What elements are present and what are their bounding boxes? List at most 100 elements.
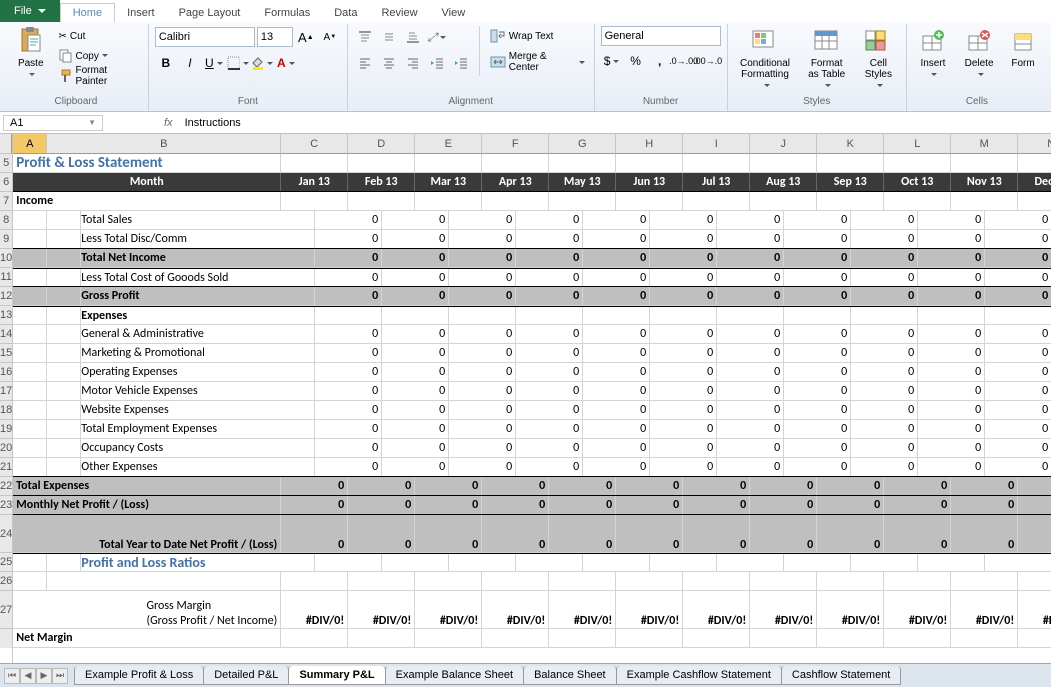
format-painter-button[interactable]: Format Painter	[56, 66, 142, 86]
cell[interactable]: #DIV/0!	[683, 591, 750, 628]
align-bottom-icon[interactable]	[402, 26, 424, 48]
row-header[interactable]: 23	[0, 496, 12, 515]
cell[interactable]: 0	[650, 420, 717, 438]
cell[interactable]: 0	[918, 344, 985, 362]
cell[interactable]	[13, 439, 47, 457]
cell[interactable]	[1018, 629, 1051, 647]
cell[interactable]	[13, 269, 47, 286]
cell[interactable]: 0	[717, 363, 784, 381]
row-header[interactable]: 24	[0, 515, 12, 553]
cell[interactable]: 0	[583, 401, 650, 419]
cell[interactable]	[13, 249, 47, 267]
font-size-select[interactable]	[257, 27, 293, 47]
cell[interactable]: 0	[449, 269, 516, 286]
cell[interactable]: 0	[449, 230, 516, 248]
cell[interactable]: 0	[683, 515, 750, 552]
cell[interactable]: Operating Expenses	[81, 363, 315, 381]
tab-page-layout[interactable]: Page Layout	[167, 4, 253, 22]
cell[interactable]	[281, 192, 348, 210]
sheet-tab[interactable]: Summary P&L	[288, 666, 385, 685]
cell[interactable]: 0	[449, 249, 516, 267]
cell[interactable]: 0	[583, 287, 650, 305]
cell[interactable]: 0	[315, 211, 382, 229]
col-header-I[interactable]: I	[683, 134, 750, 154]
tab-review[interactable]: Review	[369, 4, 429, 22]
cell[interactable]: 0	[415, 496, 482, 514]
cell[interactable]: 0	[817, 496, 884, 514]
cell[interactable]	[516, 307, 583, 324]
merge-center-button[interactable]: Merge & Center	[487, 52, 588, 72]
sheet-last-icon[interactable]: ⏭	[52, 668, 68, 684]
cell[interactable]: 0	[985, 325, 1051, 343]
italic-button[interactable]: I	[179, 52, 201, 74]
cell[interactable]: 0	[583, 269, 650, 286]
cell[interactable]: 0	[750, 515, 817, 552]
cell[interactable]	[482, 154, 549, 172]
cell[interactable]: 0	[348, 515, 415, 552]
cell[interactable]: 0	[382, 401, 449, 419]
indent-icon[interactable]	[450, 52, 472, 74]
cell[interactable]: #DIV/0!	[951, 591, 1018, 628]
cell[interactable]	[1018, 192, 1051, 210]
cell[interactable]: 0	[918, 230, 985, 248]
cell[interactable]: 0	[717, 420, 784, 438]
col-header-A[interactable]: A	[13, 134, 47, 154]
cell[interactable]	[348, 154, 415, 172]
cell[interactable]: 0	[951, 477, 1018, 495]
cell[interactable]: 0	[315, 230, 382, 248]
cell[interactable]	[918, 554, 985, 571]
cell[interactable]: 0	[784, 401, 851, 419]
cell[interactable]: 0	[583, 439, 650, 457]
cell[interactable]: Occupancy Costs	[81, 439, 315, 457]
row-header[interactable]: 7	[0, 192, 12, 211]
cell[interactable]	[382, 554, 449, 571]
cell[interactable]: 0	[1018, 515, 1051, 552]
sheet-next-icon[interactable]: ▶	[36, 668, 52, 684]
cell[interactable]: 0	[985, 382, 1051, 400]
cell[interactable]: 0	[415, 477, 482, 495]
sheet-tab[interactable]: Example Profit & Loss	[74, 666, 204, 685]
cell[interactable]: 0	[985, 420, 1051, 438]
cell[interactable]: 0	[918, 269, 985, 286]
cell[interactable]: 0	[382, 458, 449, 476]
cell[interactable]: 0	[516, 344, 583, 362]
cell[interactable]	[13, 554, 47, 571]
cell[interactable]: 0	[851, 211, 918, 229]
cell[interactable]: 0	[315, 439, 382, 457]
format-table-button[interactable]: Format as Table	[800, 26, 852, 93]
col-header-L[interactable]: L	[884, 134, 951, 154]
row-header[interactable]: 22	[0, 477, 12, 496]
cell[interactable]: Sep 13	[817, 173, 884, 191]
cell[interactable]: 0	[717, 249, 784, 267]
cell[interactable]: 0	[717, 344, 784, 362]
row-header[interactable]: 16	[0, 363, 12, 382]
sheet-tab[interactable]: Detailed P&L	[203, 666, 289, 685]
insert-cells-button[interactable]: Insert	[913, 26, 953, 82]
align-left-icon[interactable]	[354, 52, 376, 74]
cell[interactable]: 0	[348, 496, 415, 514]
cell[interactable]: Gross Margin (Gross Profit / Net Income)	[13, 591, 281, 628]
currency-icon[interactable]: $	[601, 50, 623, 72]
cell[interactable]: 0	[449, 325, 516, 343]
cell[interactable]	[348, 572, 415, 590]
cell[interactable]: 0	[583, 363, 650, 381]
row-header[interactable]: 26	[0, 572, 12, 591]
cell[interactable]	[951, 572, 1018, 590]
cell[interactable]: 0	[650, 249, 717, 267]
cell[interactable]	[750, 154, 817, 172]
cell[interactable]	[985, 307, 1051, 324]
cell[interactable]: 0	[918, 325, 985, 343]
cell[interactable]: 0	[315, 401, 382, 419]
row-header[interactable]: 13	[0, 306, 12, 325]
cell[interactable]	[717, 554, 784, 571]
cell[interactable]	[616, 629, 683, 647]
cell[interactable]: 0	[717, 401, 784, 419]
cell[interactable]: 0	[851, 287, 918, 305]
col-header-M[interactable]: M	[951, 134, 1018, 154]
cell[interactable]: Mar 13	[415, 173, 482, 191]
cell[interactable]: Apr 13	[482, 173, 549, 191]
cell[interactable]: Other Expenses	[81, 458, 315, 476]
cell-styles-button[interactable]: Cell Styles	[857, 26, 900, 93]
cell[interactable]: 0	[650, 287, 717, 305]
cell[interactable]	[415, 192, 482, 210]
